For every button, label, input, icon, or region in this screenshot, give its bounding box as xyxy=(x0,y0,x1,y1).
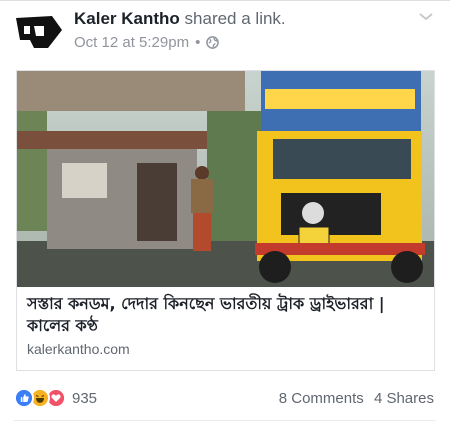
link-preview-card[interactable]: সস্তার কনডম, দেদার কিনছেন ভারতীয় ট্রাক … xyxy=(16,70,435,371)
link-preview-image[interactable] xyxy=(17,71,434,287)
post-footer: 935 8 Comments 4 Shares xyxy=(0,384,450,414)
chevron-down-icon[interactable] xyxy=(418,8,434,21)
link-title[interactable]: সস্তার কনডম, দেদার কিনছেন ভারতীয় ট্রাক … xyxy=(27,293,427,337)
reactions-summary[interactable]: 935 xyxy=(14,388,97,408)
like-icon xyxy=(14,388,34,408)
link-domain: kalerkantho.com xyxy=(27,341,130,357)
post-header: Kaler Kantho shared a link. Oct 12 at 5:… xyxy=(0,0,450,62)
page-avatar[interactable] xyxy=(14,12,64,52)
meta-separator: • xyxy=(195,34,201,51)
kaler-kantho-logo-icon xyxy=(16,16,62,48)
comments-count[interactable]: 8 Comments xyxy=(279,390,364,407)
engagement-summary: 8 Comments 4 Shares xyxy=(279,390,434,407)
post-meta: Oct 12 at 5:29pm • xyxy=(74,34,220,51)
footer-divider xyxy=(14,420,436,421)
post-action-text: shared a link. xyxy=(184,9,286,28)
author-line: Kaler Kantho shared a link. xyxy=(74,9,286,29)
reaction-count[interactable]: 935 xyxy=(72,390,97,407)
post-timestamp[interactable]: Oct 12 at 5:29pm xyxy=(74,34,189,51)
globe-icon xyxy=(206,36,220,49)
link-text-block: সস্তার কনডম, দেদার কিনছেন ভারতীয় ট্রাক … xyxy=(27,293,427,357)
author-name[interactable]: Kaler Kantho xyxy=(74,9,180,28)
shares-count[interactable]: 4 Shares xyxy=(374,390,434,407)
